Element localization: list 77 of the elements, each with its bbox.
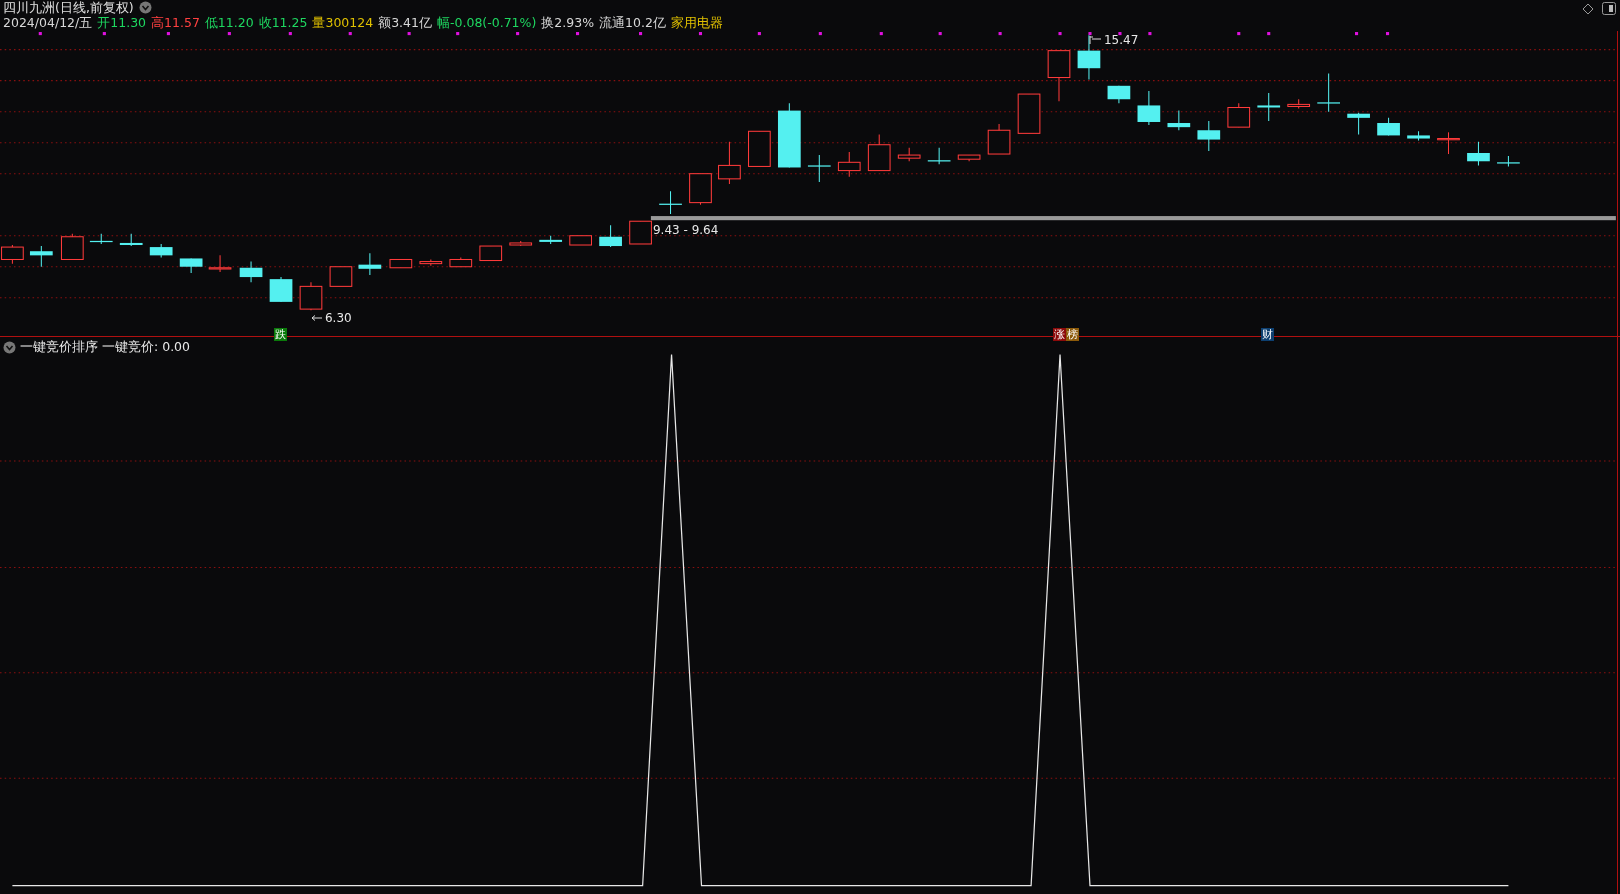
quote-value: 家用电器 [670,15,723,30]
candle [299,281,323,311]
candle [897,147,921,162]
candle [599,224,622,248]
candle [957,154,981,162]
candle [867,133,891,172]
candle [1497,155,1520,167]
candle [1257,92,1281,122]
price-range-label: 9.43 - 9.64 [652,223,719,238]
arrow-icon [1088,35,1102,46]
quote-value: 收11.25 [258,15,308,30]
candle [1347,112,1370,135]
candle [1197,120,1221,152]
quote-value: 开11.30 [97,15,147,30]
candle [1137,90,1161,126]
candle [1437,131,1460,155]
candle [239,261,263,283]
candle [1107,85,1131,104]
indicator-reading: 一键竞价: 0.00 [102,339,191,356]
candle [419,258,443,267]
candle [718,141,741,185]
signal-tag: 跌 [273,327,287,341]
quote-value: 幅-0.08(-0.71%) [437,15,537,30]
candle [539,235,563,245]
candle [89,233,113,245]
candle [777,102,801,168]
indicator-name: 一键竞价排序 [20,339,98,356]
quote-value: 2024/04/12/五 [3,15,93,30]
candle [1227,102,1251,128]
candle [449,256,473,268]
panel-toggle-icon[interactable] [1602,2,1616,15]
candle [659,190,682,215]
candle [569,235,592,246]
candle [1017,93,1041,134]
candle [60,233,84,260]
candle [358,252,382,276]
caret-icon[interactable] [3,341,16,354]
candle [479,245,503,262]
candle [837,151,861,178]
candle [1377,117,1400,136]
candle [807,154,831,183]
signal-tag: 涨 [1052,327,1066,341]
candle [1467,141,1490,166]
chart-title: 四川九洲(日线,前复权) [3,0,134,15]
low-price-label: 6.30 [324,311,352,325]
signal-tag: 榜 [1066,327,1080,341]
signal-tag: 财 [1261,327,1275,341]
candle [1077,34,1101,81]
quote-value: 量300124 [312,15,374,30]
candle [269,276,293,303]
candle [208,254,232,273]
candle [629,220,652,245]
high-price-label: 15.47 [1103,33,1139,48]
quote-value: 换2.93% [541,15,595,30]
candle [389,258,413,269]
candle [329,266,353,287]
candle [927,147,951,165]
candle [689,173,712,206]
quote-value: 高11.57 [151,15,200,30]
candle [29,245,53,268]
candle [987,123,1011,155]
quote-value: 低11.20 [204,15,254,30]
candle [1047,50,1071,102]
candle [1167,110,1191,131]
candle [1287,98,1311,110]
quote-value: 额3.41亿 [378,15,432,30]
caret-icon[interactable] [138,1,152,14]
candle [1317,72,1340,113]
candle [179,257,203,274]
arrow-icon [310,314,323,322]
diamond-icon[interactable] [1582,2,1594,15]
candle [149,243,173,258]
candle [509,240,533,247]
candle [748,130,771,167]
candle [119,233,143,247]
quote-value: 流通10.2亿 [599,15,666,30]
candle [1407,130,1430,142]
